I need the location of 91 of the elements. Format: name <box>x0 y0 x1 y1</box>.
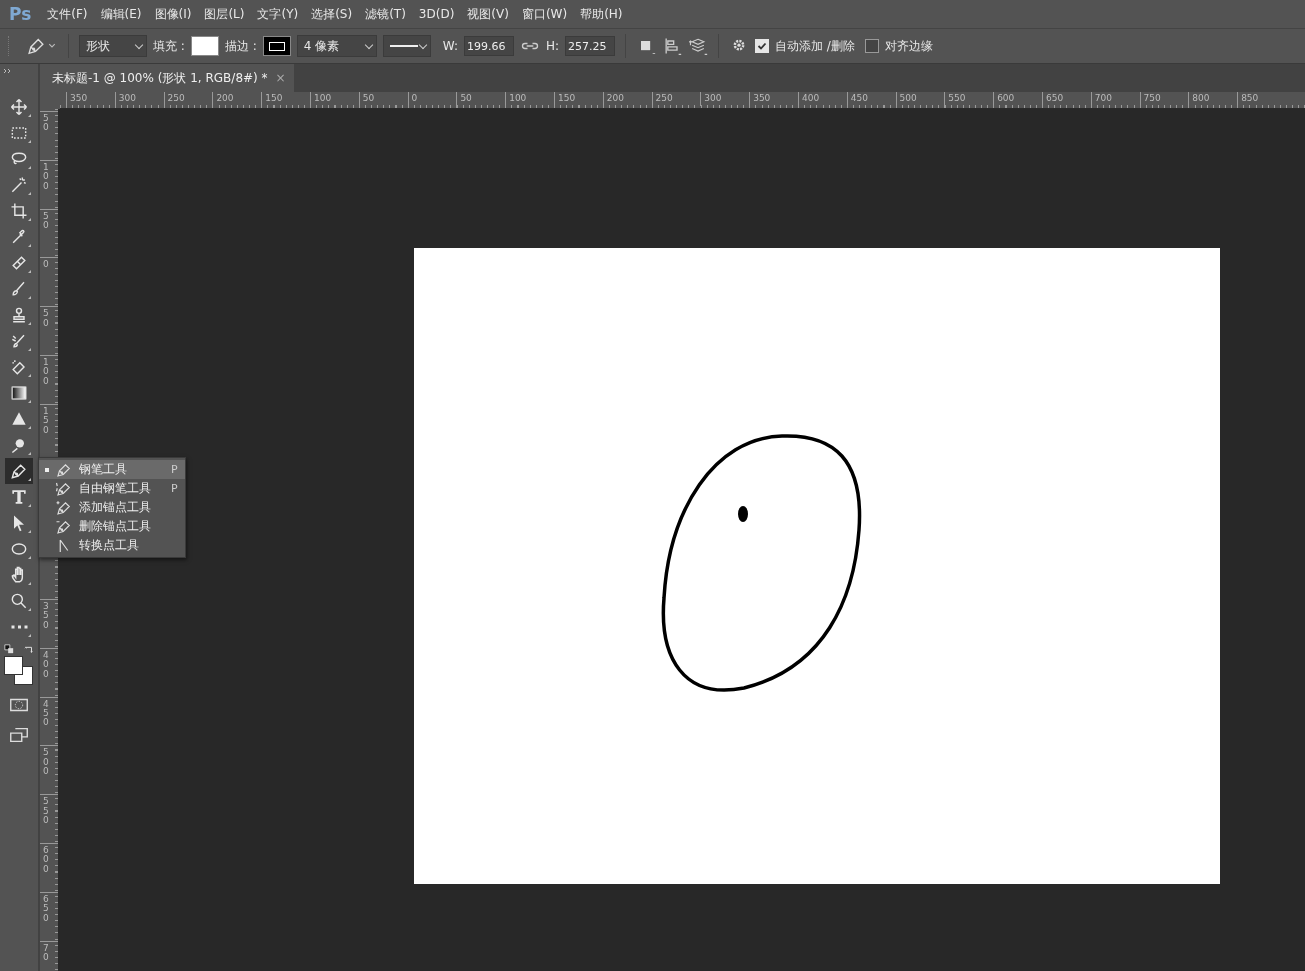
ruler-label: 0 <box>43 260 49 272</box>
ruler-label: 50 <box>358 92 408 106</box>
default-colors-icon[interactable] <box>4 644 14 654</box>
ruler-label: 350 <box>66 92 115 106</box>
flyout-menu-item[interactable]: 自由钢笔工具 P <box>39 479 185 498</box>
pen-icon <box>9 461 29 481</box>
ruler-label: 150 <box>43 406 49 437</box>
swap-colors-icon[interactable] <box>24 644 34 654</box>
path-arrangement-icon[interactable] <box>688 36 708 56</box>
menu-item[interactable]: 选择(S) <box>311 5 353 23</box>
move-icon <box>9 97 29 117</box>
ruler-label: 150 <box>261 92 310 106</box>
zoom-icon <box>9 591 29 611</box>
ruler-label: 700 <box>1090 92 1140 106</box>
ruler-label: 300 <box>114 92 164 106</box>
ruler-label: 250 <box>651 92 701 106</box>
ruler-label: 750 <box>1139 92 1189 106</box>
document-tab[interactable]: 未标题-1 @ 100% (形状 1, RGB/8#) * × <box>40 64 294 92</box>
ruler-label: 0 <box>407 92 457 106</box>
ruler-label: 600 <box>43 845 49 876</box>
flyout-menu-item[interactable]: 删除锚点工具 <box>39 517 185 536</box>
checkbox-label: 对齐边缘 <box>884 37 933 55</box>
menu-item[interactable]: 文字(Y) <box>257 5 299 23</box>
checkbox[interactable] <box>864 39 879 53</box>
bandage-icon <box>9 253 29 273</box>
menu-item[interactable]: 视图(V) <box>467 5 509 23</box>
add-anchor-pen-icon <box>55 498 73 517</box>
stroke-label: 描边 : <box>224 37 257 55</box>
fill-label: 填充 : <box>153 37 185 55</box>
menu-item[interactable]: 图层(L) <box>204 5 245 23</box>
ruler-label: 850 <box>1237 92 1286 106</box>
collapse-icon[interactable] <box>3 68 13 74</box>
ruler-label: 70 <box>43 943 49 964</box>
width-label: W: <box>442 39 458 53</box>
ruler-label: 450 <box>846 92 896 106</box>
flyout-menu-item[interactable]: 钢笔工具 P <box>39 460 185 479</box>
ruler-label: 350 <box>43 601 49 632</box>
mode-dropdown[interactable]: 形状 <box>79 35 147 57</box>
stroke-style-dropdown[interactable] <box>382 35 431 57</box>
ruler-label: 650 <box>43 894 49 925</box>
menu-item[interactable]: 图像(I) <box>154 5 192 23</box>
ruler-label: 650 <box>1041 92 1091 106</box>
color-swatches-icon[interactable] <box>4 656 34 686</box>
menu-item[interactable]: 3D(D) <box>418 7 455 21</box>
ruler-label: 400 <box>43 650 49 681</box>
crop-icon <box>9 201 29 221</box>
ruler-label: 100 <box>43 162 49 193</box>
ruler-label: 150 <box>553 92 603 106</box>
ruler-label: 500 <box>43 748 49 779</box>
ruler-label: 300 <box>700 92 750 106</box>
checkbox-label: 自动添加 /删除 <box>775 37 855 55</box>
ruler-label: 50 <box>456 92 506 106</box>
ruler-label: 100 <box>310 92 359 106</box>
ruler-label: 500 <box>895 92 945 106</box>
height-field[interactable]: 257.25 <box>565 36 615 56</box>
checkmark-icon <box>756 40 768 52</box>
app-logo: Ps <box>9 4 32 24</box>
ruler-label: 200 <box>212 92 262 106</box>
ruler-label: 450 <box>43 699 49 730</box>
ruler-label: 400 <box>797 92 847 106</box>
tool-button[interactable] <box>5 458 33 484</box>
type-icon <box>9 487 29 507</box>
stroke-width-dropdown[interactable]: 4 像素 <box>296 35 377 57</box>
magic-wand-icon <box>9 175 29 195</box>
fill-swatch[interactable] <box>190 36 219 56</box>
ruler-label: 100 <box>43 358 49 388</box>
gradient-icon <box>9 383 29 403</box>
menu-item[interactable]: 窗口(W) <box>521 5 568 23</box>
menu-item[interactable]: 帮助(H) <box>580 5 623 23</box>
flyout-menu-item[interactable]: 转换点工具 <box>39 536 185 555</box>
grip-icon <box>8 36 12 56</box>
ruler-label: 50 <box>43 114 49 135</box>
stroke-swatch[interactable] <box>262 36 291 56</box>
menu-item[interactable]: 编辑(E) <box>100 5 142 23</box>
flyout-menu-item[interactable]: 添加锚点工具 <box>39 498 185 517</box>
menu-item[interactable]: 滤镜(T) <box>365 5 406 23</box>
ruler-label: 350 <box>749 92 798 106</box>
ruler-label: 200 <box>602 92 652 106</box>
ruler-label: 800 <box>1188 92 1238 106</box>
close-tab-button[interactable]: × <box>275 71 286 85</box>
ruler-label: 50 <box>43 309 49 330</box>
more-icon <box>10 625 28 629</box>
ruler-label: 250 <box>163 92 213 106</box>
ruler-label: 600 <box>993 92 1042 106</box>
ruler-label: 550 <box>944 92 994 106</box>
ruler-label: 100 <box>505 92 554 106</box>
width-field[interactable]: 199.66 <box>463 36 514 56</box>
ruler-label: 550 <box>43 797 49 828</box>
ruler-label: 50 <box>43 211 49 233</box>
height-label: H: <box>545 39 559 53</box>
menu-item[interactable]: 文件(F) <box>47 5 88 23</box>
